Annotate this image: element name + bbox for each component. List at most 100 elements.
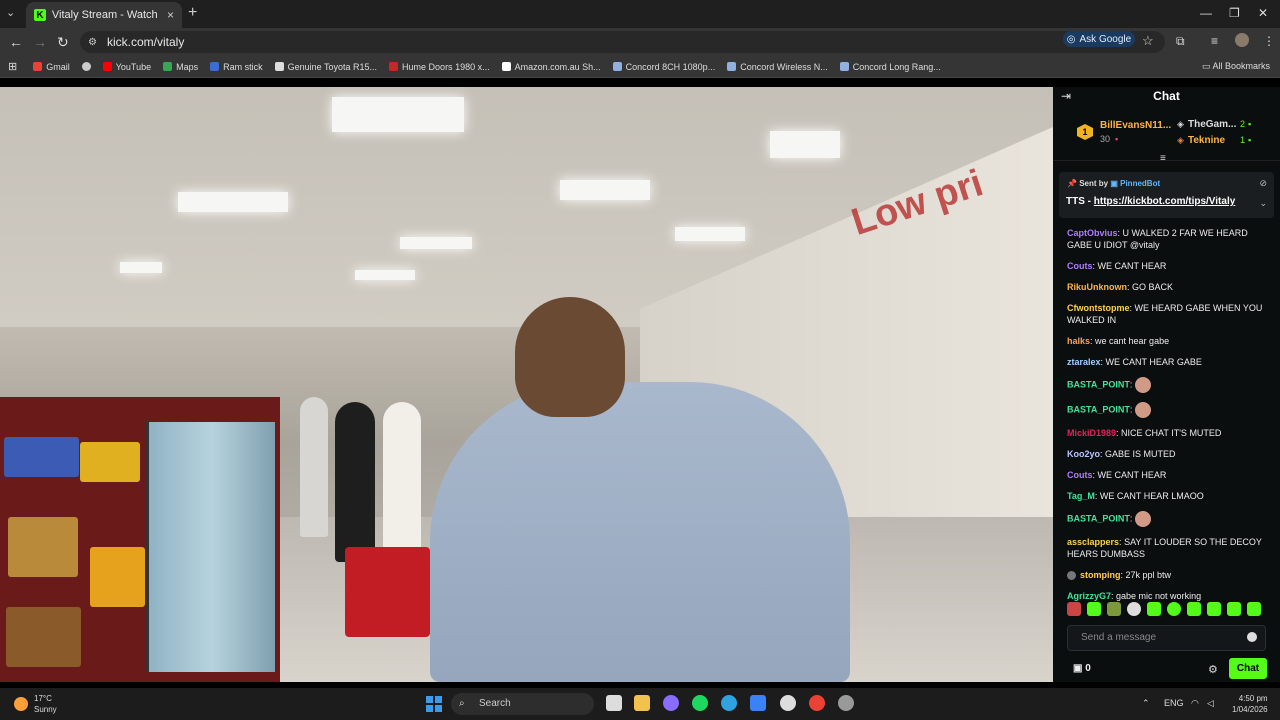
file-explorer-icon[interactable]	[634, 695, 650, 711]
chat-username[interactable]: stomping	[1080, 570, 1121, 580]
reload-icon[interactable]: ↻	[57, 34, 69, 51]
wifi-icon[interactable]: ◠	[1191, 698, 1199, 709]
bookmark-hume-doors[interactable]: Hume Doors 1980 x...	[389, 62, 490, 72]
chat-username[interactable]: Couts	[1067, 470, 1093, 480]
store-icon[interactable]	[750, 695, 766, 711]
emote-button[interactable]	[1227, 602, 1241, 616]
leader-name[interactable]: TheGam...	[1188, 119, 1236, 130]
chat-username[interactable]: assclappers	[1067, 537, 1119, 547]
pinned-message[interactable]: 📌 Sent by ▣ PinnedBot ⊘ TTS - https://ki…	[1059, 172, 1274, 218]
leader-name[interactable]: Teknine	[1188, 135, 1225, 146]
taskbar-search[interactable]: ⌕ Search	[451, 693, 594, 715]
app-icon[interactable]	[838, 695, 854, 711]
start-button[interactable]	[426, 696, 442, 712]
ceiling-light	[675, 227, 745, 241]
emote-button[interactable]	[1207, 602, 1221, 616]
weather-widget[interactable]: 17°C Sunny	[14, 693, 57, 715]
back-icon[interactable]: ←	[9, 34, 23, 50]
user-badge-icon	[1067, 571, 1076, 581]
pin-icon: 📌	[1067, 179, 1080, 188]
apps-icon[interactable]: ⊞	[8, 60, 17, 73]
weather-condition: Sunny	[34, 705, 57, 714]
chat-username[interactable]: Couts	[1067, 261, 1093, 271]
bookmark-maps[interactable]: Maps	[163, 62, 198, 72]
send-chat-button[interactable]: Chat	[1229, 658, 1267, 679]
hide-pin-icon[interactable]: ⊘	[1259, 178, 1267, 189]
settings-icon[interactable]	[780, 695, 796, 711]
emote-quickbar	[1067, 602, 1261, 616]
emote-button[interactable]	[1147, 602, 1161, 616]
address-bar[interactable]: ⚙ kick.com/vitaly	[80, 31, 1165, 53]
video-player[interactable]: Low pri	[0, 87, 1053, 682]
bookmark-concord-wireless[interactable]: Concord Wireless N...	[727, 62, 828, 72]
bookmark-ram-stick[interactable]: Ram stick	[210, 62, 263, 72]
forward-icon[interactable]: →	[33, 34, 47, 50]
chat-emote-icon[interactable]	[1134, 402, 1151, 418]
chat-username[interactable]: BASTA_POINT	[1067, 513, 1130, 523]
emote-button[interactable]	[1067, 602, 1081, 616]
emote-button[interactable]	[1167, 602, 1181, 616]
chat-emote-icon[interactable]	[1134, 511, 1151, 527]
search-label: Search	[479, 698, 511, 709]
site-info-icon[interactable]: ⚙	[88, 37, 97, 48]
bookmark-concord-long-range[interactable]: Concord Long Rang...	[839, 62, 941, 72]
chat-username[interactable]: Koo2yo	[1067, 449, 1100, 459]
menu-icon[interactable]: ⋮	[1263, 34, 1275, 48]
ask-google-button[interactable]: ◎ Ask Google	[1063, 31, 1135, 47]
bookmark-star-icon[interactable]: ☆	[1142, 33, 1154, 49]
filter-icon[interactable]: ≡	[1160, 153, 1166, 164]
pinned-link[interactable]: https://kickbot.com/tips/Vitaly	[1094, 196, 1236, 207]
kicks-wallet[interactable]: ▣ 0	[1073, 663, 1091, 674]
chat-username[interactable]: AgrizzyG7	[1067, 591, 1111, 601]
emote-button[interactable]	[1187, 602, 1201, 616]
chevron-down-icon[interactable]: ⌄	[1259, 198, 1267, 209]
language-indicator[interactable]: ENG	[1164, 698, 1184, 708]
bookmark-concord-8ch[interactable]: Concord 8CH 1080p...	[612, 62, 715, 72]
bookmark-gmail[interactable]: Gmail	[33, 62, 70, 72]
restore-icon[interactable]: ❐	[1229, 6, 1240, 20]
chat-username[interactable]: RikuUnknown	[1067, 282, 1127, 292]
bookmark-amazon[interactable]: Amazon.com.au Sh...	[501, 62, 601, 72]
tray-overflow-icon[interactable]: ⌃	[1142, 698, 1150, 709]
bookmark-toyota[interactable]: Genuine Toyota R15...	[274, 62, 377, 72]
media-icon[interactable]: ≡	[1211, 34, 1218, 48]
all-bookmarks-button[interactable]: ▭ All Bookmarks	[1202, 61, 1270, 72]
emote-button[interactable]	[1127, 602, 1141, 616]
volume-icon[interactable]: ◁	[1207, 698, 1214, 709]
leader-name[interactable]: BillEvansN11...	[1100, 120, 1171, 131]
emote-button[interactable]	[1107, 602, 1121, 616]
chat-username[interactable]: ztaralex	[1067, 357, 1101, 367]
extensions-icon[interactable]: ⧉	[1176, 34, 1185, 49]
emote-button[interactable]	[1087, 602, 1101, 616]
chat-emote-icon[interactable]	[1134, 377, 1151, 393]
chat-message-text: WE CANT HEAR LMAOO	[1099, 491, 1204, 501]
all-bookmarks-label: All Bookmarks	[1212, 61, 1270, 71]
chat-username[interactable]: BASTA_POINT	[1067, 379, 1130, 389]
new-tab-button[interactable]: +	[188, 4, 197, 22]
chat-username[interactable]: Tag_M	[1067, 491, 1095, 501]
chat-username[interactable]: MickiD1989	[1067, 428, 1116, 438]
close-window-icon[interactable]: ✕	[1258, 6, 1268, 20]
chat-username[interactable]: CaptObvius	[1067, 228, 1118, 238]
task-view-icon[interactable]	[606, 695, 622, 711]
emote-button[interactable]	[1247, 602, 1261, 616]
emoji-icon[interactable]	[1247, 632, 1257, 642]
tab-search-icon[interactable]: ⌄	[6, 6, 15, 19]
spotify-icon[interactable]	[692, 695, 708, 711]
chat-username[interactable]: Cfwontstopme	[1067, 303, 1130, 313]
bookmark-youtube[interactable]: YouTube	[102, 62, 151, 72]
chat-settings-icon[interactable]: ⚙	[1208, 663, 1218, 676]
bookmark-unnamed[interactable]	[81, 62, 91, 71]
chat-username[interactable]: BASTA_POINT	[1067, 404, 1130, 414]
tab-close-icon[interactable]: ×	[167, 8, 174, 22]
profile-avatar[interactable]	[1235, 33, 1249, 47]
browser-tab[interactable]: K Vitaly Stream - Watch Live on Kick ×	[26, 2, 182, 28]
minimize-icon[interactable]: —	[1200, 6, 1212, 20]
chat-username[interactable]: halks	[1067, 336, 1090, 346]
bookmark-label: Maps	[176, 61, 199, 72]
chrome-icon[interactable]	[809, 695, 825, 711]
system-clock[interactable]: 4:50 pm 1/04/2026	[1232, 693, 1268, 715]
copilot-icon[interactable]	[663, 695, 679, 711]
edge-icon[interactable]	[721, 695, 737, 711]
message-input[interactable]: Send a message	[1067, 625, 1266, 651]
